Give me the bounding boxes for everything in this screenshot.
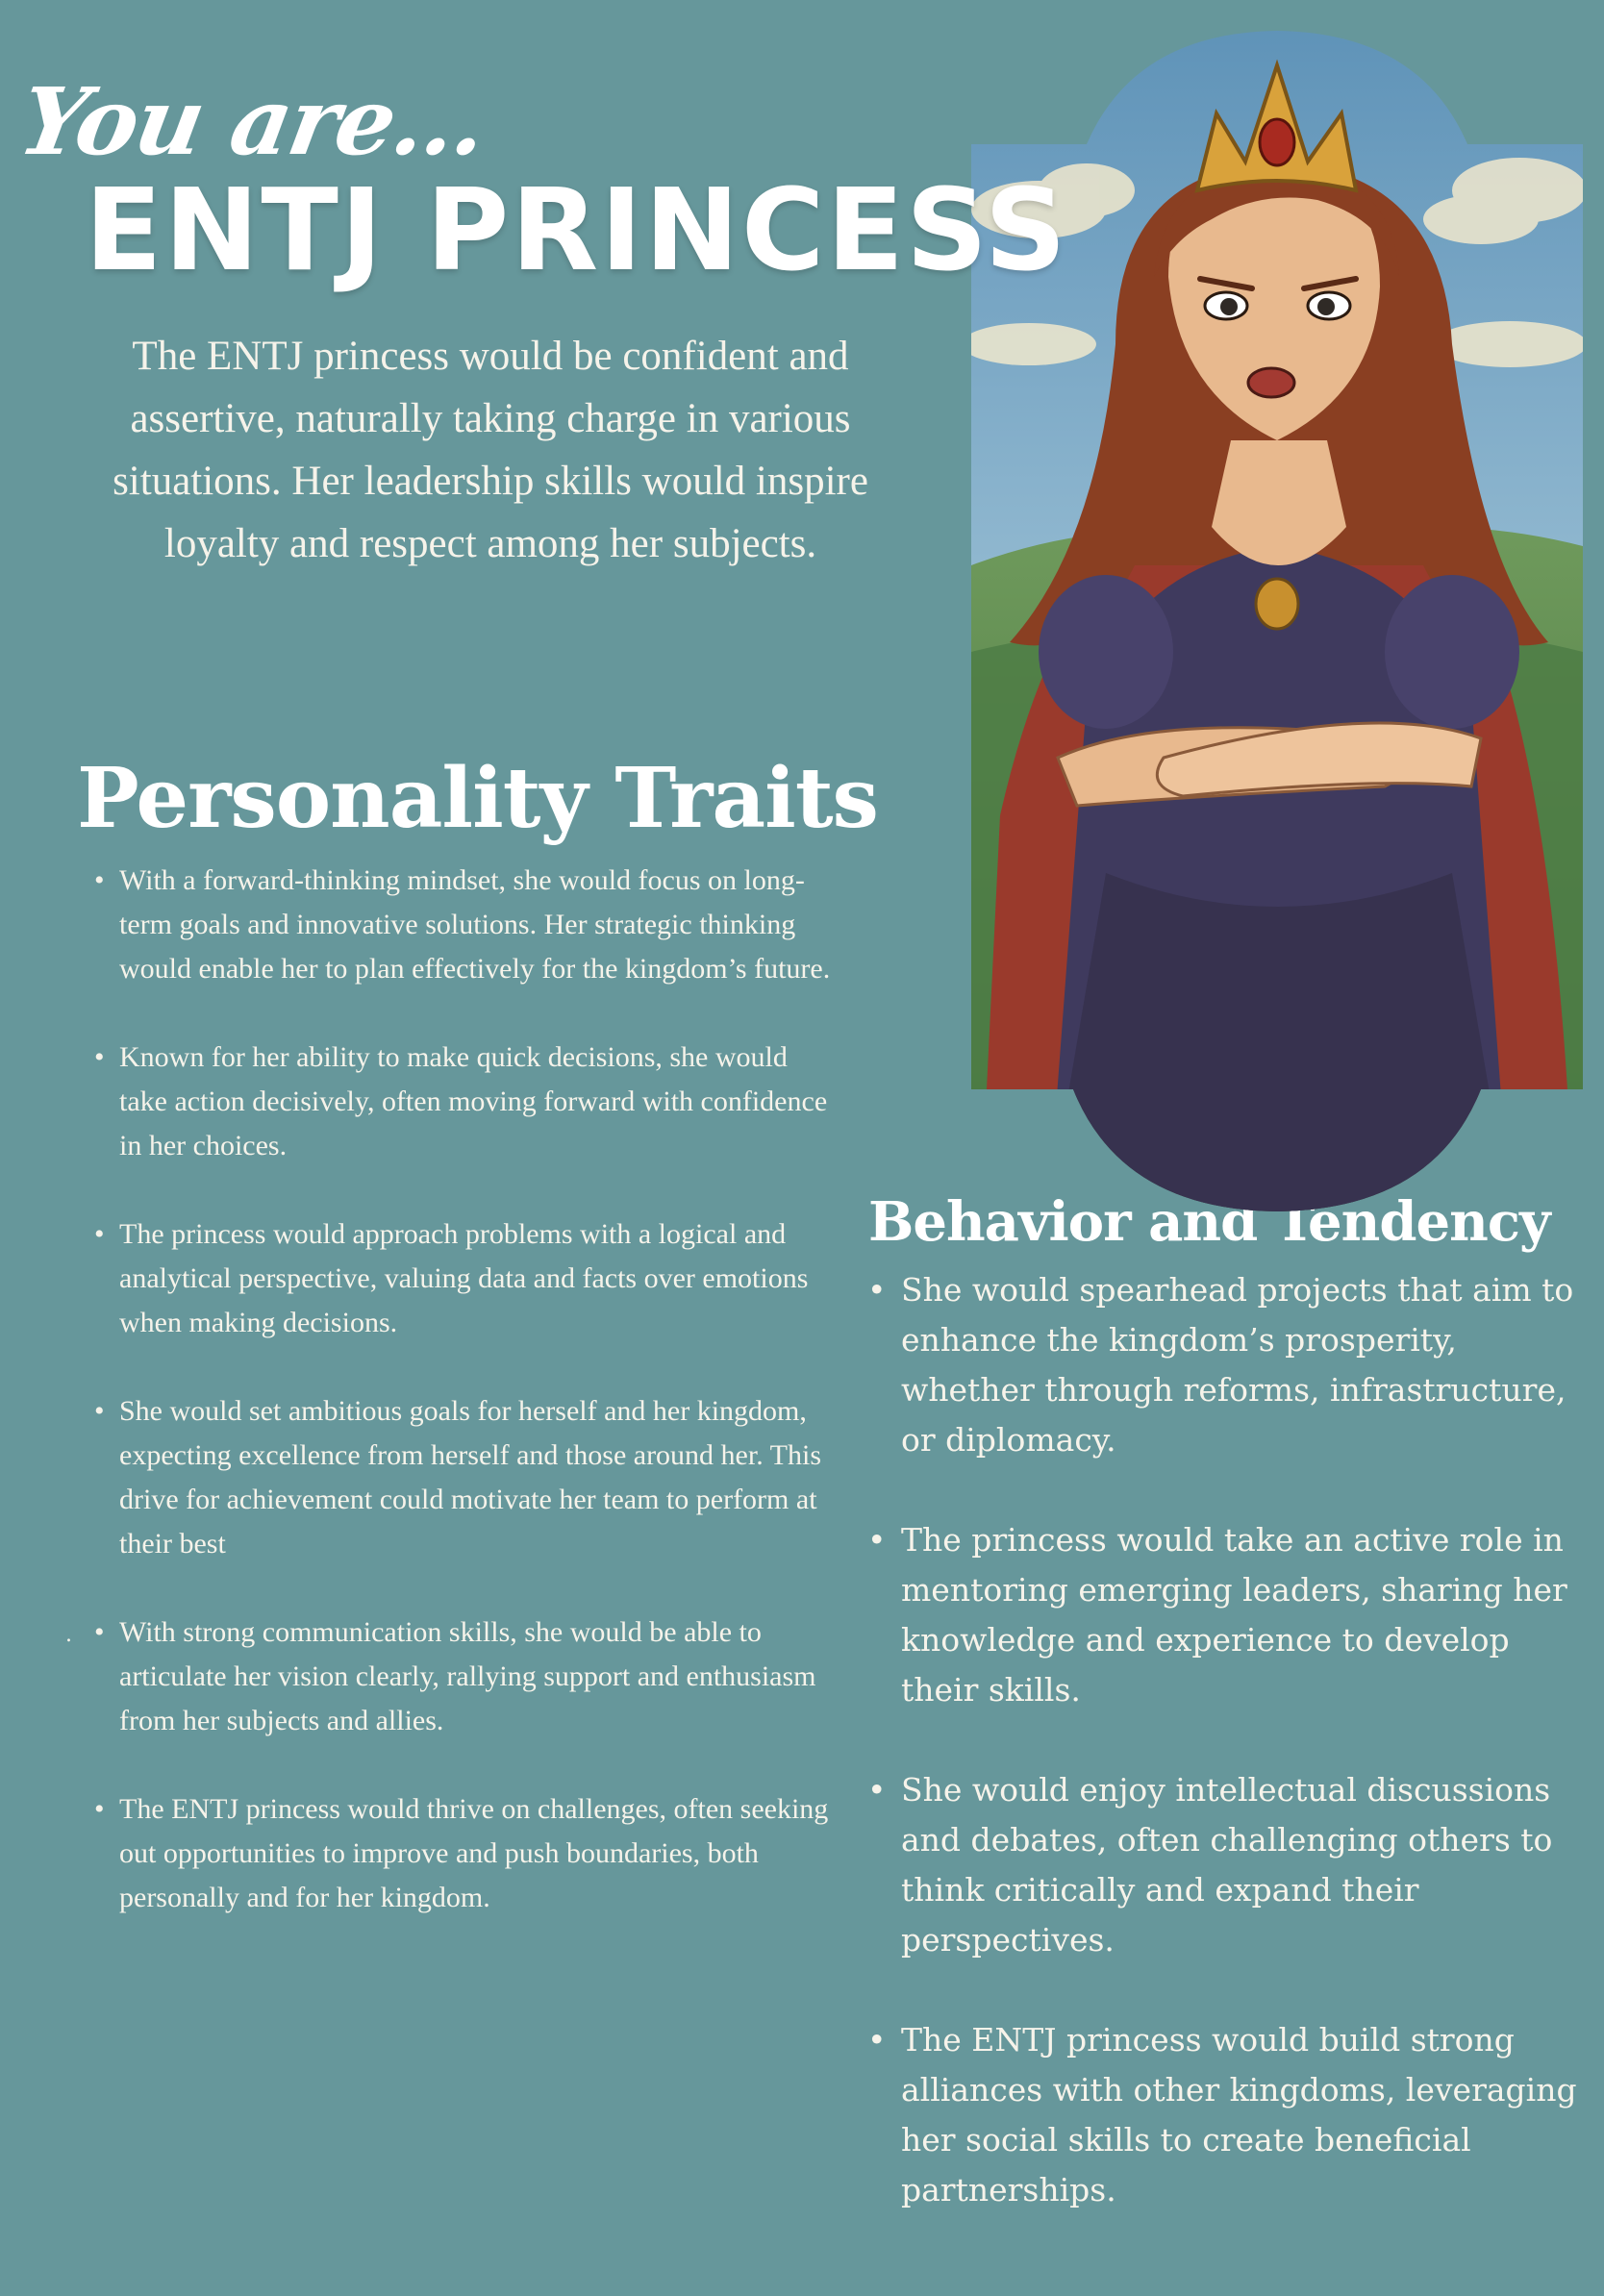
personality-traits-heading: Personality Traits <box>77 750 879 847</box>
list-item-text: The princess would approach problems wit… <box>119 1218 809 1338</box>
list-item-text: The ENTJ princess would thrive on challe… <box>119 1793 829 1913</box>
bullet-icon: • <box>867 1771 887 1809</box>
bullet-icon: • <box>94 1793 105 1825</box>
list-item: • The ENTJ princess would thrive on chall… <box>94 1787 837 1920</box>
list-item-text: With strong communication skills, she wo… <box>119 1616 816 1736</box>
bullet-icon: • <box>867 2021 887 2059</box>
list-item-text: She would enjoy intellectual discussions… <box>901 1771 1553 1959</box>
you-are-heading: You are... <box>12 67 494 176</box>
list-item: • The ENTJ princess would build strong al… <box>867 2015 1591 2215</box>
behavior-tendency-list: • She would spearhead projects that aim t… <box>867 1265 1591 2265</box>
bullet-icon: • <box>94 1395 105 1427</box>
page-title: ENTJ PRINCESS <box>85 163 1068 296</box>
personality-traits-list: • With a forward-thinking mindset, she wo… <box>94 859 837 1964</box>
list-item: • She would enjoy intellectual discussion… <box>867 1765 1591 1965</box>
bullet-icon: • <box>94 1218 105 1250</box>
list-item: • With strong communication skills, she w… <box>94 1610 837 1743</box>
list-item: • She would spearhead projects that aim t… <box>867 1265 1591 1465</box>
list-item: • She would set ambitious goals for herse… <box>94 1389 837 1566</box>
list-item-text: The ENTJ princess would build strong all… <box>901 2021 1577 2209</box>
list-item: • With a forward-thinking mindset, she wo… <box>94 859 837 991</box>
page: You are... ENTJ PRINCESS The ENTJ prince… <box>0 0 1604 2296</box>
list-item-text: The princess would take an active role i… <box>901 1521 1567 1709</box>
list-item: • The princess would take an active role … <box>867 1515 1591 1715</box>
list-item: • The princess would approach problems wi… <box>94 1212 837 1345</box>
bullet-icon: • <box>867 1521 887 1559</box>
intro-paragraph: The ENTJ princess would be confident and… <box>113 334 868 566</box>
bullet-icon: • <box>94 1616 105 1648</box>
bullet-icon: • <box>867 1271 887 1309</box>
list-item-text: Known for her ability to make quick deci… <box>119 1041 828 1161</box>
bullet-icon: • <box>94 1041 105 1073</box>
list-item-text: She would set ambitious goals for hersel… <box>119 1395 822 1560</box>
stray-mark: . <box>65 1623 72 1647</box>
list-item: • Known for her ability to make quick dec… <box>94 1036 837 1168</box>
list-item-text: She would spearhead projects that aim to… <box>901 1271 1574 1459</box>
bullet-icon: • <box>94 864 105 896</box>
list-item-text: With a forward-thinking mindset, she wou… <box>119 864 831 985</box>
